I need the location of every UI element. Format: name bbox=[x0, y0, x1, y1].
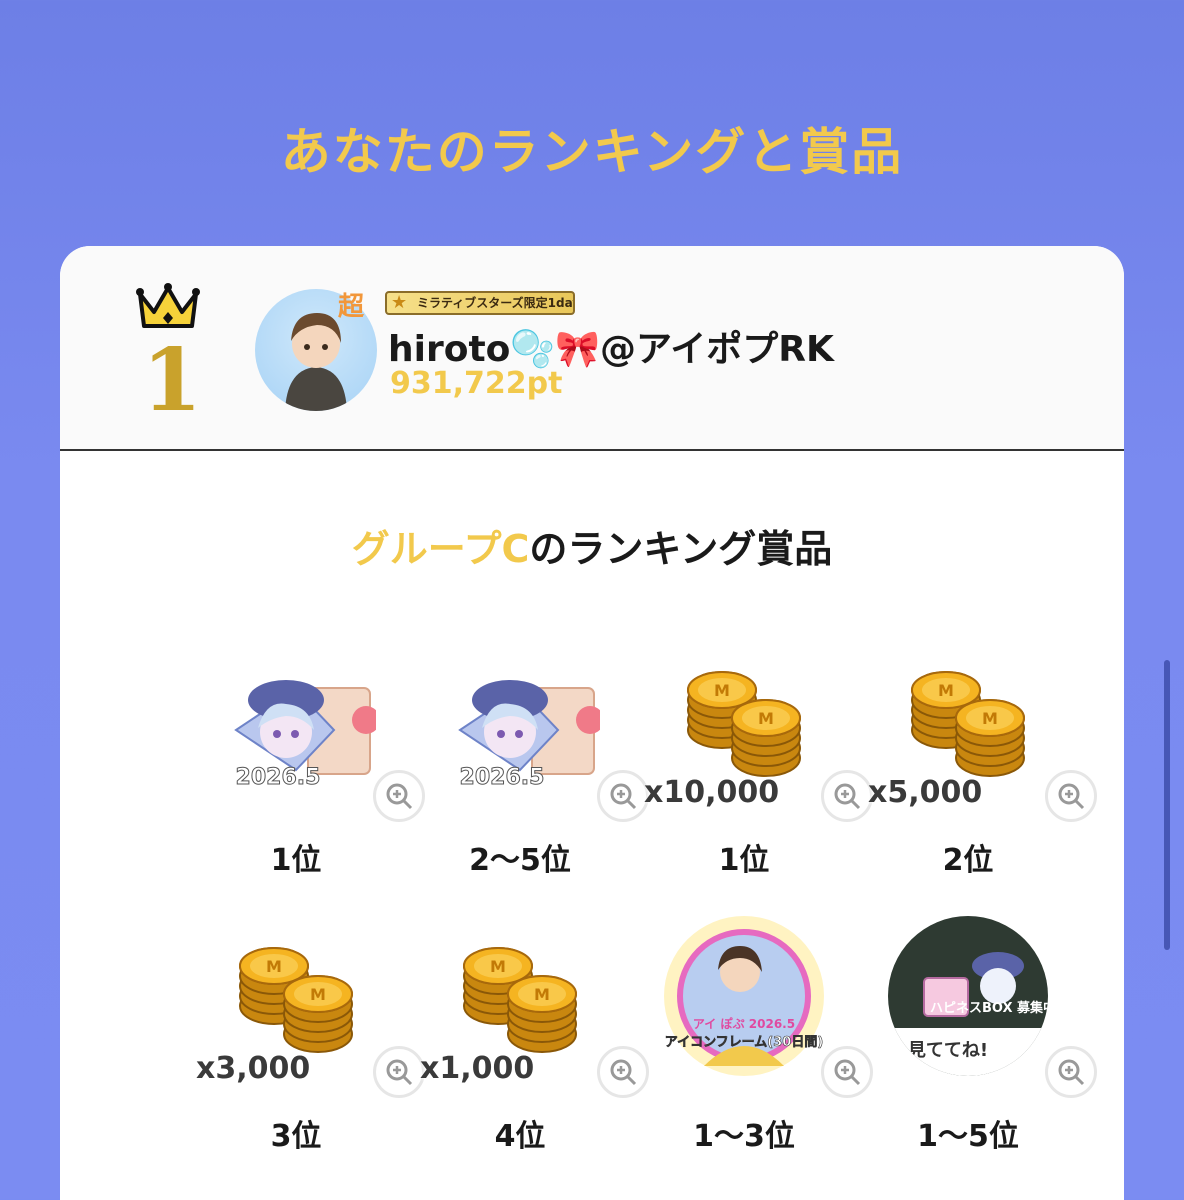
frame-sticker-image: 2026.5 bbox=[216, 660, 380, 800]
zoom-icon[interactable] bbox=[1045, 1046, 1097, 1098]
my-rank-row[interactable]: 1 超 ★ ミラティブスターズ限定1day No.1 hiroto🫧🎀@アイポプ… bbox=[60, 246, 1124, 451]
prize-rank-label: 1〜3位 bbox=[693, 1119, 795, 1154]
prize-item[interactable]: M Mx3,000 3位 bbox=[196, 936, 425, 1166]
svg-text:2026.5: 2026.5 bbox=[460, 765, 545, 790]
prize-rank-label: 1位 bbox=[270, 843, 322, 878]
svg-text:アイコンフレーム(30日間): アイコンフレーム(30日間) bbox=[665, 1035, 824, 1050]
prize-rank-label: 2〜5位 bbox=[469, 843, 571, 878]
svg-text:M: M bbox=[758, 709, 774, 728]
zoom-icon[interactable] bbox=[821, 770, 873, 822]
points: 931,722pt bbox=[390, 366, 563, 401]
svg-text:M: M bbox=[490, 957, 506, 976]
group-name: グループC bbox=[351, 527, 530, 571]
prize-item[interactable]: M Mx1,000 4位 bbox=[420, 936, 649, 1166]
prize-quantity: x5,000 bbox=[868, 775, 983, 810]
svg-text:ハピネスBOX 募集中!: ハピネスBOX 募集中! bbox=[930, 1000, 1058, 1016]
prize-quantity: x1,000 bbox=[420, 1051, 535, 1086]
prize-rank-label: 2位 bbox=[942, 843, 994, 878]
zoom-icon[interactable] bbox=[597, 770, 649, 822]
crown-icon bbox=[136, 283, 200, 328]
prize-rank-label: 4位 bbox=[494, 1119, 546, 1154]
super-badge: 超 bbox=[338, 292, 365, 322]
prize-item[interactable]: アイ ぽぷ 2026.5 アイコンフレーム(30日間) 1〜3位 bbox=[644, 916, 873, 1166]
svg-text:M: M bbox=[534, 985, 550, 1004]
star-icon: ★ bbox=[391, 292, 408, 313]
rank-number: 1 bbox=[142, 330, 202, 431]
prize-item[interactable]: 2026.5 2〜5位 bbox=[420, 660, 649, 890]
svg-text:M: M bbox=[266, 957, 282, 976]
svg-text:見ててね!: 見ててね! bbox=[907, 1040, 988, 1061]
svg-text:2026.5: 2026.5 bbox=[236, 765, 321, 790]
scrollbar[interactable] bbox=[1164, 660, 1170, 950]
username: hiroto🫧🎀@アイポプRK bbox=[388, 329, 834, 370]
ranking-card: 1 超 ★ ミラティブスターズ限定1day No.1 hiroto🫧🎀@アイポプ… bbox=[60, 246, 1124, 1200]
zoom-icon[interactable] bbox=[597, 1046, 649, 1098]
svg-text:M: M bbox=[310, 985, 326, 1004]
prize-item[interactable]: ハピネスBOX 募集中! 見ててね! 1〜5位 bbox=[868, 916, 1097, 1166]
prize-item[interactable]: 2026.5 1位 bbox=[196, 660, 425, 890]
title-badge-text: ミラティブスターズ限定1day No.1 bbox=[417, 296, 575, 310]
happiness-box-image: ハピネスBOX 募集中! 見ててね! bbox=[878, 916, 1048, 1076]
section-title-suffix: のランキング賞品 bbox=[529, 527, 833, 571]
prize-quantity: x10,000 bbox=[644, 775, 780, 810]
section-title: グループCのランキング賞品 bbox=[60, 518, 1124, 573]
prize-rank-label: 1位 bbox=[718, 843, 770, 878]
zoom-icon[interactable] bbox=[1045, 770, 1097, 822]
prize-item[interactable]: M Mx10,000 1位 bbox=[644, 660, 873, 890]
zoom-icon[interactable] bbox=[373, 770, 425, 822]
page-title: あなたのランキングと賞品 bbox=[280, 123, 904, 181]
prize-rank-label: 3位 bbox=[270, 1119, 322, 1154]
prize-item[interactable]: M Mx5,000 2位 bbox=[868, 660, 1097, 890]
title-badge: ★ ミラティブスターズ限定1day No.1 bbox=[385, 291, 575, 315]
svg-text:M: M bbox=[982, 709, 998, 728]
icon-frame-image: アイ ぽぷ 2026.5 アイコンフレーム(30日間) bbox=[654, 916, 824, 1076]
prize-rank-label: 1〜5位 bbox=[917, 1119, 1019, 1154]
svg-text:M: M bbox=[714, 681, 730, 700]
prize-quantity: x3,000 bbox=[196, 1051, 311, 1086]
zoom-icon[interactable] bbox=[821, 1046, 873, 1098]
zoom-icon[interactable] bbox=[373, 1046, 425, 1098]
frame-sticker-image: 2026.5 bbox=[440, 660, 604, 800]
svg-text:アイ ぽぷ 2026.5: アイ ぽぷ 2026.5 bbox=[693, 1016, 795, 1031]
svg-text:M: M bbox=[938, 681, 954, 700]
